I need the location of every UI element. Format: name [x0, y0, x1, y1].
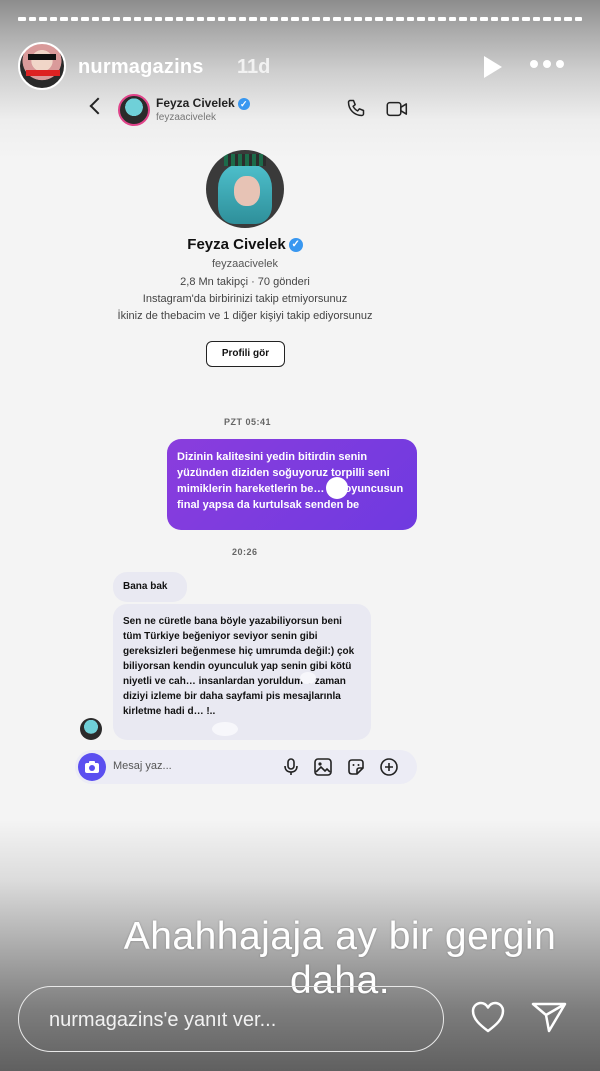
camera-button[interactable]: [78, 753, 106, 781]
heart-icon[interactable]: [470, 1000, 506, 1034]
dm-header: Feyza Civelek ✓ feyzaacivelek: [88, 92, 428, 130]
send-icon[interactable]: [530, 1000, 568, 1034]
dm-avatar[interactable]: [118, 94, 150, 126]
sticker-icon[interactable]: [346, 757, 366, 777]
profile-avatar[interactable]: [206, 150, 284, 228]
profile-stats: 2,8 Mn takipçi · 70 gönderi: [180, 276, 310, 288]
camera-icon: [85, 761, 99, 773]
message-composer[interactable]: Mesaj yaz...: [75, 750, 417, 784]
follow-info: Instagram'da birbirinizi takip etmiyorsu…: [142, 293, 348, 305]
story-username[interactable]: nurmagazins: [78, 56, 204, 79]
story-background: [0, 0, 600, 1071]
verified-icon: ✓: [288, 238, 303, 253]
video-icon[interactable]: [386, 100, 408, 118]
outgoing-message[interactable]: Dizinin kalitesini yedin bitirdin senin …: [167, 439, 417, 530]
message-input[interactable]: Mesaj yaz...: [113, 760, 172, 772]
profile-handle: feyzaacivelek: [211, 258, 279, 270]
incoming-message-1[interactable]: Bana bak: [113, 572, 187, 602]
story-avatar[interactable]: [18, 42, 66, 90]
more-icon[interactable]: [530, 60, 564, 70]
story-reply-input[interactable]: nurmagazins'e yanıt ver...: [18, 986, 444, 1052]
reply-placeholder: nurmagazins'e yanıt ver...: [49, 1009, 277, 1031]
gallery-icon[interactable]: [313, 757, 333, 777]
story-time-ago: 11d: [237, 56, 271, 78]
plus-icon[interactable]: [379, 757, 399, 777]
timestamp-2: 20:26: [232, 547, 258, 557]
back-icon[interactable]: [89, 97, 107, 115]
story-header: nurmagazins 11d: [18, 42, 582, 94]
play-icon[interactable]: [484, 56, 502, 78]
redaction-blob: [300, 672, 316, 684]
phone-icon[interactable]: [346, 98, 366, 118]
mic-icon[interactable]: [281, 757, 301, 777]
mutual-info: İkiniz de thebacim ve 1 diğer kişiyi tak…: [117, 310, 373, 322]
redaction-blob: [212, 722, 238, 736]
profile-name: Feyza Civelek ✓: [150, 236, 340, 253]
dm-header-handle: feyzaacivelek: [156, 112, 217, 123]
verified-icon: ✓: [237, 97, 250, 110]
incoming-message-2[interactable]: Sen ne cüretle bana böyle yazabiliyorsun…: [113, 604, 371, 740]
dm-header-name: Feyza Civelek ✓: [156, 96, 250, 110]
timestamp-1: PZT 05:41: [224, 417, 272, 427]
view-profile-button[interactable]: Profili gör: [206, 341, 285, 367]
redaction-blob: [326, 477, 348, 499]
story-progress-bar: [18, 17, 582, 21]
sender-avatar: [80, 718, 102, 740]
